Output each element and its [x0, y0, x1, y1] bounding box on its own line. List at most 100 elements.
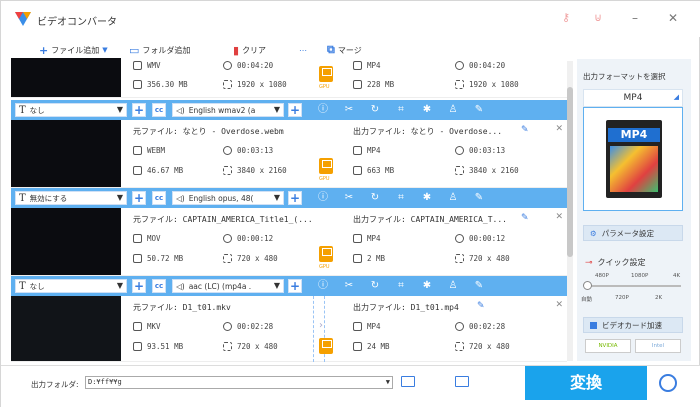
rename-pencil-icon[interactable]: ✎ [521, 125, 529, 135]
audio-select[interactable]: ◁) English opus, 48(▼ [172, 191, 284, 205]
clock-icon [223, 146, 232, 155]
scrollbar-thumb[interactable] [567, 87, 573, 257]
crop-icon[interactable]: ⌗ [395, 280, 407, 292]
dst-resolution: 720 x 480 [455, 254, 510, 263]
remove-file-icon[interactable]: ✕ [555, 124, 563, 134]
list-scrollbar[interactable] [567, 61, 573, 361]
q-auto: 自動 [581, 297, 593, 303]
remove-file-icon[interactable]: ✕ [555, 212, 563, 222]
watermark-icon[interactable]: ♙ [447, 192, 459, 204]
format-title: 出力フォーマットを選択 [583, 72, 666, 81]
dst-size: 228 MB [353, 80, 394, 89]
minimize-button[interactable]: – [627, 10, 643, 26]
rotate-icon[interactable]: ↻ [369, 104, 381, 116]
format-select[interactable]: MP4 ◢ [583, 89, 683, 107]
intel-badge: Intel [635, 339, 681, 353]
title-bar: ビデオコンバータ ⚷ ⊍ – ✕ [1, 1, 700, 37]
audio-select[interactable]: ◁) English wmav2 (a ▼ [172, 103, 284, 117]
cc-icon[interactable]: cc [152, 191, 166, 205]
scissors-icon[interactable]: ✂ [343, 280, 355, 292]
src-duration: 00:00:12 [223, 234, 273, 243]
rotate-icon[interactable]: ↻ [369, 280, 381, 292]
rename-pencil-icon[interactable]: ✎ [477, 301, 485, 311]
file-icon [353, 234, 362, 243]
subtitle-select[interactable]: T 無効にする ▼ [15, 191, 127, 205]
add-folder-button[interactable]: ▭ フォルダ追加 [129, 43, 190, 57]
gpu-accel-button[interactable]: ビデオカード加速 [583, 317, 683, 333]
cc-icon[interactable]: cc [152, 103, 166, 117]
scissors-icon[interactable]: ✂ [343, 104, 355, 116]
effect-wand-icon[interactable]: ✱ [421, 104, 433, 116]
remove-file-icon[interactable]: ✕ [555, 300, 563, 310]
quality-slider-track[interactable] [587, 285, 681, 287]
add-audio-button[interactable]: + [288, 191, 302, 205]
add-audio-button[interactable]: + [288, 103, 302, 117]
dropdown-icon[interactable]: ▼ [102, 46, 107, 54]
crop-icon[interactable]: ⌗ [395, 192, 407, 204]
clock-icon [223, 322, 232, 331]
add-audio-button[interactable]: + [288, 279, 302, 293]
subtitle-select[interactable]: T なし ▼ [15, 103, 127, 117]
parameter-settings-button[interactable]: ⚙ パラメータ設定 [583, 225, 683, 241]
effect-wand-icon[interactable]: ✱ [421, 280, 433, 292]
effect-wand-icon[interactable]: ✱ [421, 192, 433, 204]
close-window-button[interactable]: ✕ [665, 10, 681, 26]
toolbar: + ファイル追加 ▼ ▭ フォルダ追加 ▮ クリア ⋯ ⧉ マージ [1, 39, 581, 59]
convert-button[interactable]: 変換 [525, 366, 647, 400]
clear-button[interactable]: ▮ クリア [233, 43, 266, 57]
trash-icon: ▮ [233, 43, 240, 57]
dst-format: MP4 [353, 61, 381, 70]
cart-icon[interactable]: ⊍ [591, 11, 605, 25]
watermark-icon[interactable]: ♙ [447, 280, 459, 292]
file-row[interactable]: 元ファイル: CAPTAIN_AMERICA_Title1_(... 出力ファイ… [11, 208, 567, 276]
output-folder-label: 出力フォルダ: [31, 380, 79, 389]
alarm-clock-icon[interactable] [659, 374, 677, 392]
file-row[interactable]: WMV 00:04:20 356.30 MB 1920 x 1080 GPU M… [11, 58, 567, 98]
open-folder-icon[interactable] [455, 376, 469, 387]
edit-subtitle-icon[interactable]: ✎ [473, 280, 485, 292]
file-row[interactable]: › 元ファイル: D1_t01.mkv 出力ファイル: D1_t01.mp4 ✎… [11, 296, 567, 362]
file-icon [133, 61, 142, 70]
clear-label: クリア [242, 45, 267, 55]
edit-subtitle-icon[interactable]: ✎ [473, 104, 485, 116]
format-preview[interactable]: MP4 [583, 107, 683, 211]
gpu-label: GPU [319, 176, 330, 182]
rotate-icon[interactable]: ↻ [369, 192, 381, 204]
add-file-button[interactable]: + ファイル追加 ▼ [39, 43, 108, 57]
scissors-icon[interactable]: ✂ [343, 192, 355, 204]
add-folder-label: フォルダ追加 [142, 45, 191, 55]
watermark-icon[interactable]: ♙ [447, 104, 459, 116]
src-size: 46.67 MB [133, 166, 183, 175]
chevron-right-icon: › [319, 320, 323, 331]
info-icon[interactable]: ⓘ [317, 192, 329, 204]
output-folder-input[interactable]: D:¥ff¥¥g ▼ [85, 376, 393, 389]
q-1080p: 1080P [631, 273, 649, 279]
q-2k: 2K [655, 295, 663, 301]
edit-subtitle-icon[interactable]: ✎ [473, 192, 485, 204]
add-subtitle-button[interactable]: + [132, 279, 146, 293]
quick-settings: ⊸ クイック設定 [585, 257, 646, 268]
resolution-icon [455, 254, 464, 263]
browse-folder-icon[interactable] [401, 376, 415, 387]
video-thumbnail [11, 208, 121, 275]
merge-button[interactable]: ⧉ マージ [327, 43, 362, 57]
crop-icon[interactable]: ⌗ [395, 104, 407, 116]
key-icon[interactable]: ⚷ [559, 11, 573, 25]
rename-pencil-icon[interactable]: ✎ [521, 213, 529, 223]
disk-icon [133, 342, 142, 351]
gpu-icon [319, 246, 333, 262]
subtitle-select[interactable]: T なし ▼ [15, 279, 127, 293]
dst-format: MP4 [353, 322, 381, 331]
quality-slider-knob[interactable] [583, 281, 592, 290]
cc-icon[interactable]: cc [152, 279, 166, 293]
file-row[interactable]: 元ファイル: なとり - Overdose.webm 出力ファイル: なとり -… [11, 120, 567, 188]
info-icon[interactable]: ⓘ [317, 280, 329, 292]
add-subtitle-button[interactable]: + [132, 191, 146, 205]
bottom-bar: 出力フォルダ: D:¥ff¥¥g ▼ 変換 [1, 365, 700, 408]
add-subtitle-button[interactable]: + [132, 103, 146, 117]
dst-size: 24 MB [353, 342, 390, 351]
src-format: MKV [133, 322, 161, 331]
audio-select[interactable]: ◁) aac (LC) (mp4a . ▼ [172, 279, 284, 293]
info-icon[interactable]: ⓘ [317, 104, 329, 116]
speaker-icon: ◁) [176, 281, 185, 291]
